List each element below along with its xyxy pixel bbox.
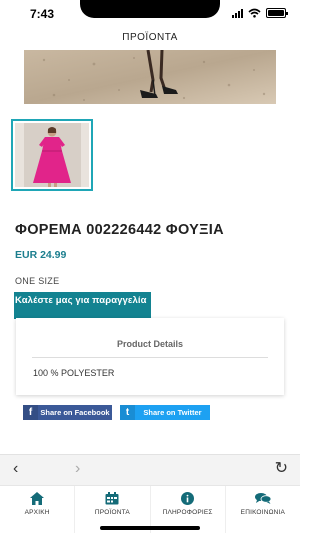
- forward-arrow-icon[interactable]: ›: [75, 460, 80, 478]
- product-name: ΦΟΡΕΜΑ 002226442 ΦΟΥΞΙΑ: [15, 222, 224, 238]
- tab-contact-label: ΕΠΙΚΟΙΝΩΝΙΑ: [240, 509, 286, 516]
- reload-icon[interactable]: ↻: [275, 460, 288, 478]
- tab-info-label: ΠΛΗΡΟΦΟΡΙΕΣ: [162, 509, 213, 516]
- twitter-icon: t: [120, 405, 135, 420]
- battery-icon: [266, 8, 288, 18]
- tab-home[interactable]: ΑΡΧΙΚΗ: [0, 486, 74, 533]
- products-icon: [105, 492, 119, 505]
- back-arrow-icon[interactable]: ‹: [13, 460, 18, 478]
- share-twitter-label: Share on Twitter: [143, 408, 202, 417]
- facebook-icon: f: [23, 405, 38, 420]
- home-icon: [30, 492, 45, 505]
- device-notch: [80, 0, 220, 18]
- tab-products-label: ΠΡΟΪΟΝΤΑ: [94, 509, 130, 516]
- product-details-text: 100 % POLYESTER: [33, 368, 115, 378]
- status-icons: [232, 8, 288, 18]
- product-details-title: Product Details: [116, 339, 183, 349]
- page-title: ΠΡΟΪΟΝΤΑ: [122, 32, 178, 43]
- home-indicator: [100, 526, 200, 530]
- tab-contact[interactable]: ΕΠΙΚΟΙΝΩΝΙΑ: [224, 486, 300, 533]
- contact-icon: [254, 493, 271, 504]
- info-icon: [181, 492, 195, 505]
- product-details-card: Product Details 100 % POLYESTER: [16, 318, 284, 395]
- tab-home-label: ΑΡΧΙΚΗ: [24, 509, 50, 516]
- status-time: 7:43: [30, 7, 55, 21]
- divider: [32, 357, 268, 358]
- status-bar: 7:43: [0, 0, 300, 28]
- product-thumbnail[interactable]: [11, 119, 93, 191]
- signal-icon: [232, 8, 243, 18]
- product-price: EUR 24.99: [15, 249, 67, 261]
- product-size: ONE SIZE: [15, 276, 60, 286]
- share-facebook-button[interactable]: f Share on Facebook: [23, 405, 112, 420]
- browser-toolbar: ‹ › ↻: [0, 454, 300, 485]
- wifi-icon: [248, 8, 261, 18]
- share-facebook-label: Share on Facebook: [40, 408, 110, 417]
- call-to-order-button[interactable]: Καλέστε μας για παραγγελία: [14, 292, 151, 319]
- product-banner-image: [24, 50, 276, 104]
- share-twitter-button[interactable]: t Share on Twitter: [120, 405, 210, 420]
